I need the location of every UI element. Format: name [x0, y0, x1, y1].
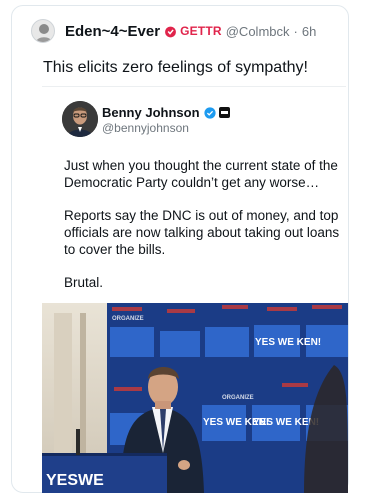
- author-avatar[interactable]: [31, 19, 55, 43]
- quoted-post[interactable]: Benny Johnson @bennyjohnson Just when yo…: [42, 86, 348, 493]
- time-separator: ·: [293, 23, 298, 39]
- quoted-author-name[interactable]: Benny Johnson: [102, 105, 230, 120]
- post-photo[interactable]: YES WE KEN! ORGANIZE YES WE KEN! YES WE …: [42, 303, 348, 493]
- platform-label: GETTR: [180, 24, 222, 38]
- quoted-author-handle[interactable]: @bennyjohnson: [102, 121, 189, 135]
- quoted-post-body: Just when you thought the current state …: [64, 157, 344, 307]
- author-name[interactable]: Eden~4~Ever: [65, 23, 160, 40]
- quoted-paragraph: Brutal.: [64, 275, 104, 290]
- quoted-paragraph: Reports say the DNC is out of money, and…: [64, 208, 340, 257]
- podium-text: YESWE: [46, 472, 104, 489]
- sign-text: YES WE KEN!: [255, 337, 321, 348]
- post-text: This elicits zero feelings of sympathy!: [43, 59, 308, 76]
- quoted-author-avatar[interactable]: [62, 101, 98, 137]
- author-handle[interactable]: @Colmbck: [226, 24, 290, 39]
- post-header: Eden~4~Ever GETTR @Colmbck · 6h: [31, 18, 316, 44]
- affiliation-badge-icon: [218, 107, 230, 118]
- quoted-author-name-text: Benny Johnson: [102, 105, 200, 120]
- quoted-paragraph: Just when you thought the current state …: [64, 158, 338, 190]
- post-card[interactable]: Eden~4~Ever GETTR @Colmbck · 6h This eli…: [11, 5, 349, 493]
- sign-text: ORGANIZE: [112, 316, 144, 322]
- verified-badge-icon: [203, 106, 216, 119]
- photo-scene: YES WE KEN! ORGANIZE YES WE KEN! YES WE …: [42, 303, 348, 493]
- post-time[interactable]: 6h: [302, 24, 316, 39]
- gettr-logo-icon: [165, 26, 176, 37]
- sign-text: ORGANIZE: [222, 395, 254, 401]
